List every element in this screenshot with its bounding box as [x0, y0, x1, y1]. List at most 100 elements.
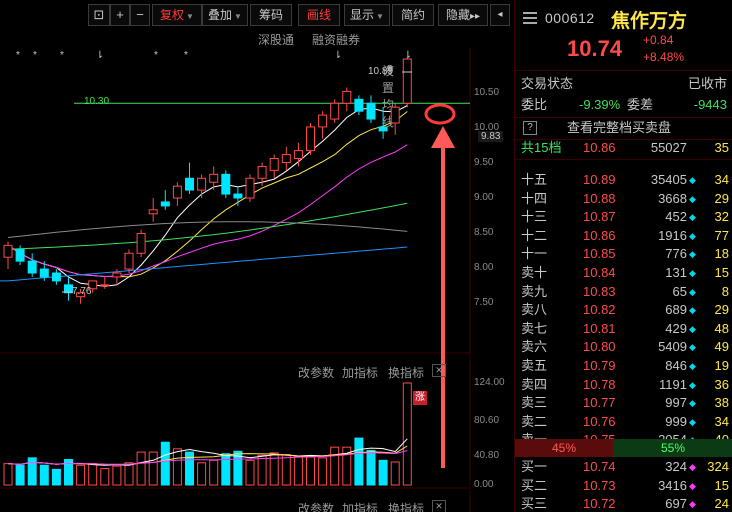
candle-body [100, 284, 110, 287]
menu-icon[interactable] [523, 12, 537, 27]
candle-body [112, 272, 122, 278]
volume-bar [366, 449, 376, 486]
candle-body [330, 102, 340, 120]
level-volume: 776 [665, 246, 687, 262]
ask-level-row[interactable]: 卖四 10.78 1191 ◆ 36 [515, 375, 732, 395]
level-count: 36 [714, 376, 729, 392]
zoom-in-icon[interactable]: + [110, 4, 130, 26]
divider [515, 159, 732, 160]
chevron-down-icon: ▼ [376, 12, 384, 21]
ask-level-row[interactable]: 十二 10.86 1916 ◆ 77 [515, 226, 732, 246]
bid-level-row[interactable]: 买三 10.72 697 ◆ 24 [515, 494, 732, 512]
shengutong-link[interactable]: 深股通 [258, 31, 294, 48]
volume-bar [390, 461, 400, 486]
level-label: 十三 [521, 209, 548, 225]
close-icon[interactable]: ✕ [432, 364, 446, 377]
jianyue-button[interactable]: 简约 [392, 4, 434, 26]
level-price: 10.89 [583, 172, 616, 187]
level-volume: 1191 [659, 376, 687, 392]
gaicanshu-button-2[interactable]: 改参数 [298, 500, 334, 512]
collapse-icon[interactable]: ◂ [490, 4, 510, 26]
huanzhibiao-button-2[interactable]: 换指标 [388, 500, 424, 512]
ask-level-row[interactable]: 卖九 10.83 65 ◆ 8 [515, 282, 732, 302]
lock-icon[interactable]: ⊡ [88, 4, 110, 26]
ma5-line [7, 105, 408, 287]
zoom-out-icon[interactable]: − [130, 4, 150, 26]
full-book-link[interactable]: 查看完整档买卖盘 [567, 118, 671, 138]
level-volume: 1916 [658, 227, 687, 243]
ask-level-row[interactable]: 十一 10.85 776 ◆ 18 [515, 244, 732, 264]
ask-level-row[interactable]: 卖三 10.77 997 ◆ 38 [515, 393, 732, 413]
volume-bar [148, 451, 158, 486]
volume-bar [197, 462, 207, 486]
volume-bar [378, 459, 388, 486]
level-count: 15 [714, 477, 729, 493]
fuquan-button[interactable]: 复权 ▼ [152, 4, 202, 26]
rongzi-link[interactable]: 融资融券 [312, 31, 360, 48]
xianshi-button[interactable]: 显示 ▼ [344, 4, 390, 26]
huanzhibiao-button[interactable]: 换指标 [388, 364, 424, 381]
ask-level-row[interactable]: 卖六 10.80 5409 ◆ 49 [515, 337, 732, 357]
level-price: 10.84 [583, 265, 616, 280]
kline-chart[interactable]: * * * * * ⇂ ⇂ ⇂ 10.89 7.76 10.30 10.50 10.00 9.50… [0, 48, 512, 512]
bid-level-row[interactable]: 买二 10.73 3416 ◆ 15 [515, 476, 732, 496]
ask-level-row[interactable]: 卖十 10.84 131 ◆ 15 [515, 263, 732, 283]
level-volume: 3668 [658, 190, 687, 206]
bid-level-row[interactable]: 买一 10.74 324 ◆ 324 [515, 457, 732, 477]
diamond-icon: ◆ [689, 286, 696, 297]
ask-level-row[interactable]: 十五 10.89 35405 ◆ 34 [515, 170, 732, 190]
ask-level-row[interactable]: 十四 10.88 3668 ◆ 29 [515, 189, 732, 209]
diamond-icon: ◆ [689, 480, 696, 491]
ask-level-row[interactable]: 卖二 10.76 999 ◆ 34 [515, 412, 732, 432]
help-icon[interactable]: ? [523, 121, 537, 135]
chouma-button[interactable]: 筹码 [250, 4, 292, 26]
volume-bar [257, 454, 267, 486]
diamond-icon: ◆ [689, 361, 696, 371]
level-label: 卖四 [521, 376, 548, 392]
diejia-button[interactable]: 叠加 ▼ [202, 4, 248, 26]
close-icon[interactable]: ✕ [432, 500, 446, 512]
volume-tick-label: 80.60 [474, 415, 500, 426]
event-marker: * [184, 50, 188, 61]
huaxian-button[interactable]: 画线 [298, 4, 340, 26]
ask-level-row[interactable]: 卖七 10.81 429 ◆ 48 [515, 319, 732, 339]
gaicanshu-button[interactable]: 改参数 [298, 364, 334, 381]
ask-level-row[interactable]: 卖八 10.82 689 ◆ 29 [515, 300, 732, 320]
low-annotation: 7.76 [72, 286, 92, 297]
ask-level-row[interactable]: 十三 10.87 452 ◆ 32 [515, 207, 732, 227]
quote-panel: 000612 焦作万方 10.74 +0.84 +8.48% 交易状态 已收市 … [514, 0, 732, 512]
total-levels-cnt: 35 [714, 140, 729, 155]
yincang-button[interactable]: 隐藏▸▸ [438, 4, 488, 26]
jiazhibiao-button[interactable]: 加指标 [342, 364, 378, 381]
full-book-row[interactable]: ? 查看完整档买卖盘 [515, 118, 732, 138]
weibi-label: 委比 [521, 97, 548, 112]
ask-level-row[interactable]: 卖五 10.79 846 ◆ 19 [515, 356, 732, 376]
high-annotation: 10.89 [368, 66, 394, 77]
level-count: 49 [714, 339, 729, 355]
jiazhibiao-button-2[interactable]: 加指标 [342, 500, 378, 512]
highlight-arrow-head [431, 126, 455, 148]
level-price: 10.78 [583, 376, 616, 392]
level-price: 10.72 [583, 496, 616, 512]
candle-body [354, 98, 364, 112]
event-marker: * [16, 50, 20, 61]
diamond-icon: ◆ [689, 305, 696, 316]
level-volume: 3416 [658, 477, 687, 493]
level-volume: 131 [665, 265, 687, 280]
event-marker: * [60, 50, 64, 61]
level-volume: 429 [665, 320, 687, 336]
volume-bar [136, 451, 146, 486]
weicha-label: 委差 [627, 97, 654, 112]
volume-bar [124, 462, 134, 486]
candle-body [245, 177, 255, 199]
level-volume: 689 [665, 302, 687, 318]
level-count: 18 [714, 246, 729, 262]
level-volume: 997 [665, 395, 687, 411]
level-count: 48 [714, 320, 729, 336]
volume-bar [172, 448, 182, 486]
level-label: 卖六 [521, 339, 548, 355]
level-count: 32 [714, 209, 729, 225]
xianshi-label: 显示 [350, 8, 375, 22]
sell-ratio: 55% [613, 439, 732, 457]
stock-name: 焦作万方 [611, 11, 688, 32]
